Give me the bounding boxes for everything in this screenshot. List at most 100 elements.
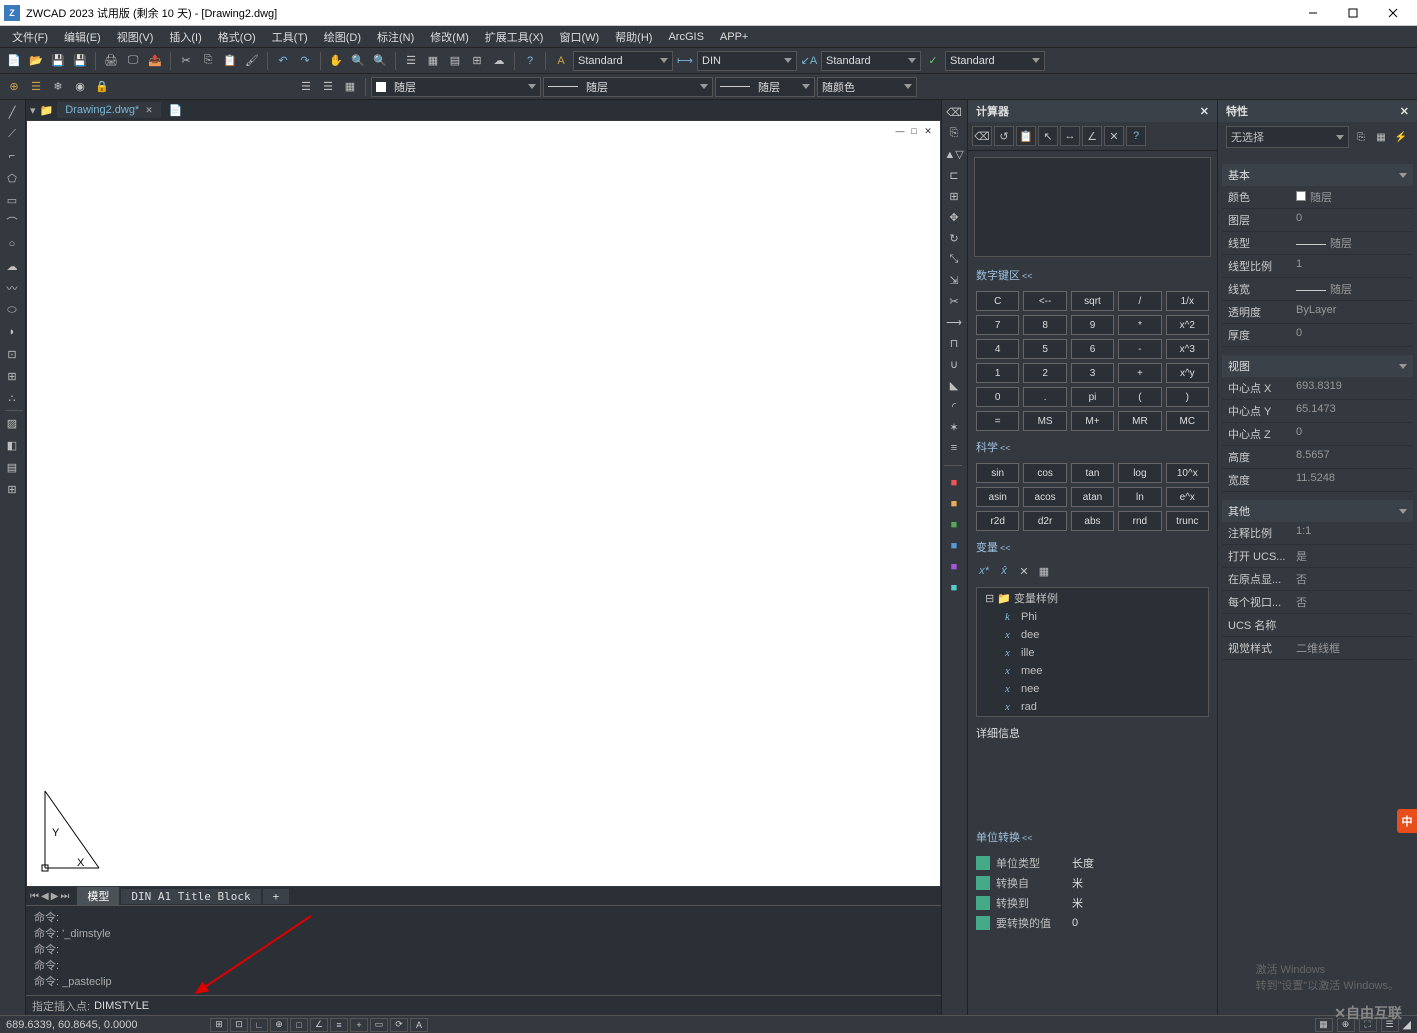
tablestyle-combo[interactable]: Standard — [945, 51, 1045, 71]
calc-key[interactable]: 10^x — [1166, 463, 1209, 483]
block-icon[interactable]: ⊡ — [2, 344, 22, 364]
mleaderstyle-combo[interactable]: Standard — [821, 51, 921, 71]
color-combo[interactable]: 随颜色 — [817, 77, 917, 97]
menu-item[interactable]: 窗口(W) — [551, 26, 607, 48]
tree-root[interactable]: ⊟ 📁 变量样例 — [979, 590, 1206, 608]
calc-key[interactable]: ( — [1118, 387, 1161, 407]
layout-tab-1[interactable]: DIN A1 Title Block — [121, 889, 260, 904]
calc-key[interactable]: MR — [1118, 411, 1161, 431]
trim-icon[interactable]: ✂ — [944, 291, 964, 311]
document-tab[interactable]: Drawing2.dwg* ✕ — [57, 102, 161, 118]
property-row[interactable]: 中心点 X693.8319 — [1222, 377, 1413, 400]
point-icon[interactable]: ∴ — [2, 388, 22, 408]
close-tab-icon[interactable]: ✕ — [145, 105, 153, 116]
calc-key[interactable]: ) — [1166, 387, 1209, 407]
calc-key[interactable]: 0 — [976, 387, 1019, 407]
mirror-icon[interactable]: ▲▽ — [944, 144, 964, 164]
menu-item[interactable]: APP+ — [712, 28, 756, 46]
calc-key[interactable]: x^2 — [1166, 315, 1209, 335]
array-icon[interactable]: ⊞ — [944, 186, 964, 206]
selection-combo[interactable]: 无选择 — [1226, 126, 1349, 148]
property-row[interactable]: 颜色随层 — [1222, 186, 1413, 209]
circle-icon[interactable]: ○ — [2, 234, 22, 254]
copy-obj-icon[interactable]: ⎘ — [944, 123, 964, 143]
menu-item[interactable]: 修改(M) — [422, 26, 477, 48]
category-basic[interactable]: 基本 — [1222, 164, 1413, 186]
canvas[interactable]: — □ ✕ Y X — [27, 121, 940, 886]
publish-icon[interactable]: 📤 — [145, 51, 165, 71]
saveall-icon[interactable]: 💾 — [70, 51, 90, 71]
calc-key[interactable]: 5 — [1023, 339, 1066, 359]
anno-toggle[interactable]: A — [410, 1018, 428, 1032]
textstyle-icon[interactable]: A — [551, 51, 571, 71]
toggle-pim-icon[interactable]: ⎘ — [1353, 129, 1369, 145]
calc-key[interactable]: = — [976, 411, 1019, 431]
calc-key[interactable]: * — [1118, 315, 1161, 335]
menu-item[interactable]: 编辑(E) — [56, 26, 109, 48]
property-row[interactable]: 中心点 Y65.1473 — [1222, 400, 1413, 423]
line-icon[interactable]: ╱ — [2, 102, 22, 122]
lwt-toggle[interactable]: ≡ — [330, 1018, 348, 1032]
layer-walk-icon[interactable]: ▦ — [340, 77, 360, 97]
linetype-combo[interactable]: 随层 — [543, 77, 713, 97]
property-row[interactable]: 线型比例1 — [1222, 255, 1413, 278]
calc-key[interactable]: log — [1118, 463, 1161, 483]
select-objects-icon[interactable]: ▦ — [1373, 129, 1389, 145]
scale-icon[interactable]: ⤡ — [944, 249, 964, 269]
tree-item[interactable]: rad — [979, 698, 1206, 716]
quickselect-icon[interactable]: ⚡ — [1393, 129, 1409, 145]
calc-key[interactable]: atan — [1071, 487, 1114, 507]
menu-item[interactable]: 视图(V) — [109, 26, 162, 48]
matchprop-icon[interactable]: 🖌 — [242, 51, 262, 71]
designcenter-icon[interactable]: ▦ — [423, 51, 443, 71]
layout-prev-icon[interactable]: ◀ — [41, 891, 49, 902]
preview-icon[interactable]: 🖵 — [123, 51, 143, 71]
property-row[interactable]: 注释比例1:1 — [1222, 522, 1413, 545]
property-row[interactable]: 视觉样式二维线框 — [1222, 637, 1413, 660]
var-delete-icon[interactable]: ✕ — [1016, 563, 1032, 579]
region-icon[interactable]: ▤ — [2, 457, 22, 477]
viewport-minimize-icon[interactable]: — — [894, 125, 906, 137]
dyn-toggle[interactable]: + — [350, 1018, 368, 1032]
gradient-icon[interactable]: ◧ — [2, 435, 22, 455]
calc-clear-icon[interactable]: ⌫ — [972, 126, 992, 146]
close-button[interactable] — [1373, 0, 1413, 26]
property-row[interactable]: 厚度0 — [1222, 324, 1413, 347]
calc-getpoint-icon[interactable]: ↖ — [1038, 126, 1058, 146]
calc-key[interactable]: + — [1118, 363, 1161, 383]
calc-getdist-icon[interactable]: ↔ — [1060, 126, 1080, 146]
unit-row[interactable]: 单位类型长度 — [976, 853, 1209, 873]
property-row[interactable]: 在原点显...否 — [1222, 568, 1413, 591]
calc-key[interactable]: 6 — [1071, 339, 1114, 359]
calc-history-icon[interactable]: ↺ — [994, 126, 1014, 146]
mleaderstyle-icon[interactable]: ↙A — [799, 51, 819, 71]
sb-fullscreen[interactable]: ⛶ — [1359, 1018, 1377, 1032]
spline-icon[interactable]: 〰 — [2, 278, 22, 298]
calc-key[interactable]: rnd — [1118, 511, 1161, 531]
ime-badge[interactable]: 中 — [1397, 809, 1417, 833]
sb-resize-grip[interactable]: ◢ — [1403, 1018, 1411, 1031]
hatch-icon[interactable]: ▨ — [2, 413, 22, 433]
zoom-icon[interactable]: 🔍 — [348, 51, 368, 71]
menu-item[interactable]: 工具(T) — [264, 26, 316, 48]
var-new-icon[interactable]: x* — [976, 563, 992, 579]
tree-item[interactable]: ille — [979, 644, 1206, 662]
var-calc-icon[interactable]: ▦ — [1036, 563, 1052, 579]
unit-row[interactable]: 要转换的值0 — [976, 913, 1209, 933]
viewport-close-icon[interactable]: ✕ — [922, 125, 934, 137]
new-tab-icon[interactable]: 📄 — [165, 104, 187, 117]
calc-key[interactable]: pi — [1071, 387, 1114, 407]
close-calculator-icon[interactable]: ✕ — [1200, 105, 1209, 118]
property-row[interactable]: 中心点 Z0 — [1222, 423, 1413, 446]
section-variables[interactable]: 变量 — [968, 535, 1217, 559]
otrack-toggle[interactable]: ∠ — [310, 1018, 328, 1032]
calc-getangle-icon[interactable]: ∠ — [1082, 126, 1102, 146]
layout-tab-add[interactable]: + — [263, 889, 290, 904]
calc-key[interactable]: x^3 — [1166, 339, 1209, 359]
unit-row[interactable]: 转换到米 — [976, 893, 1209, 913]
calc-key[interactable]: 7 — [976, 315, 1019, 335]
pan-icon[interactable]: ✋ — [326, 51, 346, 71]
calc-key[interactable]: asin — [976, 487, 1019, 507]
calc-key[interactable]: 4 — [976, 339, 1019, 359]
calc-help-icon[interactable]: ? — [1126, 126, 1146, 146]
